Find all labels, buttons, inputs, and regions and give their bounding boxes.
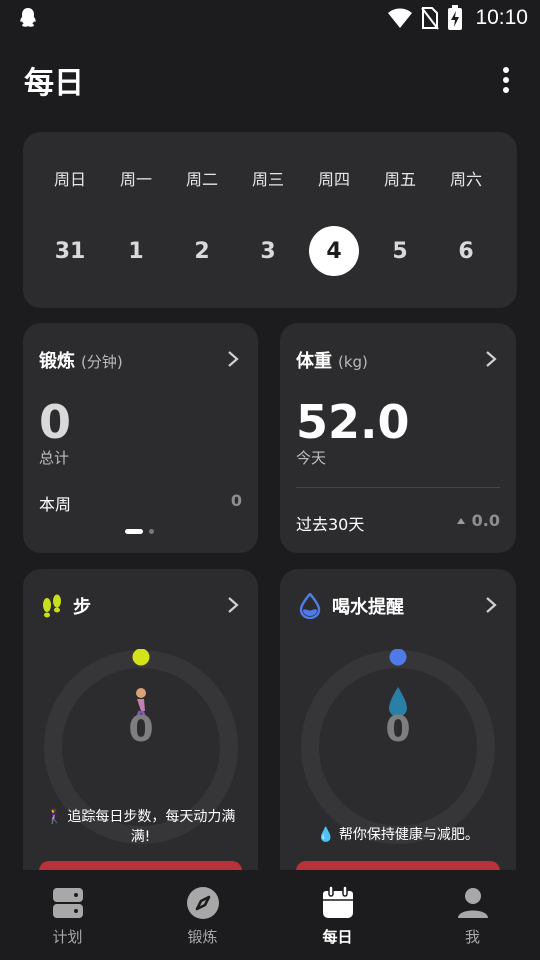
chevron-right-icon[interactable] xyxy=(484,595,498,615)
steps-ring-handle xyxy=(132,648,150,666)
chevron-right-icon[interactable] xyxy=(226,349,240,369)
day-number[interactable]: 1 xyxy=(111,226,161,276)
nav-label: 锻炼 xyxy=(187,928,218,946)
nav-item-daily[interactable]: 每日 xyxy=(270,870,405,960)
status-bar: 10:10 xyxy=(0,0,540,36)
water-drop-icon xyxy=(299,593,321,619)
more-options-button[interactable] xyxy=(492,62,520,98)
trend-up-icon xyxy=(456,517,465,524)
status-time: 10:10 xyxy=(475,6,528,29)
day-number[interactable]: 3 xyxy=(243,226,293,276)
weight-card-title: 体重 (kg) xyxy=(296,347,368,373)
exercise-title-text: 锻炼 xyxy=(39,351,75,372)
qq-icon xyxy=(16,6,40,30)
nav-item-me[interactable]: 我 xyxy=(405,870,540,960)
more-dot-icon xyxy=(503,67,509,73)
more-dot-icon xyxy=(503,77,509,83)
weight-past-label: 过去30天 xyxy=(296,515,365,534)
exercise-week-value: 0 xyxy=(230,491,242,510)
page-dot xyxy=(149,529,154,534)
weekday-label: 周日 xyxy=(53,170,86,189)
battery-charging-icon xyxy=(448,5,463,30)
weight-today-label: 今天 xyxy=(296,449,327,467)
daily-screen: 10:10 每日 周日 31 周一 1 周二 2 周三 3 周四 4 周五 5 周六 6 锻炼 (分钟) 0… xyxy=(0,0,540,960)
plan-icon xyxy=(52,888,83,918)
weekday-label: 周五 xyxy=(383,170,416,189)
more-dot-icon xyxy=(503,87,509,93)
steps-count: 0 xyxy=(128,709,154,750)
footprints-icon xyxy=(43,594,61,618)
chevron-right-icon[interactable] xyxy=(226,595,240,615)
exercise-total-label: 总计 xyxy=(39,449,70,467)
day-column[interactable]: 周六 6 xyxy=(433,132,499,308)
nav-item-exercise[interactable]: 锻炼 xyxy=(135,870,270,960)
exercise-unit: (分钟) xyxy=(81,353,123,371)
weekday-label: 周一 xyxy=(119,170,152,189)
weight-past-value: 0.0 xyxy=(471,511,500,530)
status-icons: 10:10 xyxy=(387,4,528,32)
water-title-text: 喝水提醒 xyxy=(332,597,404,618)
wifi-icon xyxy=(388,8,413,28)
day-column[interactable]: 周五 5 xyxy=(367,132,433,308)
header: 每日 xyxy=(0,52,540,108)
day-number[interactable]: 5 xyxy=(375,226,425,276)
profile-icon xyxy=(457,888,488,918)
steps-card-title: 步 xyxy=(39,593,91,619)
day-column[interactable]: 周一 1 xyxy=(103,132,169,308)
weekday-label: 周三 xyxy=(251,170,284,189)
exercise-total-value: 0 xyxy=(39,395,72,449)
day-column[interactable]: 周三 3 xyxy=(235,132,301,308)
nav-label: 每日 xyxy=(322,928,353,946)
weight-title-text: 体重 xyxy=(296,351,332,372)
exercise-card-title: 锻炼 (分钟) xyxy=(39,347,123,373)
page-indicator xyxy=(125,529,154,534)
weight-card[interactable]: 体重 (kg) 52.0 今天 过去30天 0.0 xyxy=(280,323,516,553)
day-column[interactable]: 周二 2 xyxy=(169,132,235,308)
nav-label: 我 xyxy=(464,928,480,946)
water-count: 0 xyxy=(385,709,411,750)
water-card-title: 喝水提醒 xyxy=(298,593,404,619)
steps-tip: 🚶‍♀️ 追踪每日步数，每天动力满满! xyxy=(45,809,236,845)
calendar-icon xyxy=(322,886,353,918)
page-dot-active xyxy=(125,529,143,534)
compass-icon xyxy=(186,887,219,919)
steps-card[interactable]: 步 0 🚶‍♀️ 追踪每日步数，每天动力满满! xyxy=(23,569,258,889)
weight-unit: (kg) xyxy=(338,353,368,371)
nav-item-plan[interactable]: 计划 xyxy=(0,870,135,960)
day-number[interactable]: 6 xyxy=(441,226,491,276)
weekday-label: 周六 xyxy=(449,170,482,189)
exercise-week-label: 本周 xyxy=(39,495,72,514)
weight-past-change: 0.0 xyxy=(456,511,500,530)
week-calendar-card: 周日 31 周一 1 周二 2 周三 3 周四 4 周五 5 周六 6 xyxy=(23,132,517,308)
chevron-right-icon[interactable] xyxy=(484,349,498,369)
no-sim-icon xyxy=(421,7,440,30)
exercise-card[interactable]: 锻炼 (分钟) 0 总计 本周 0 xyxy=(23,323,258,553)
bottom-navigation: 计划 锻炼 每日 我 xyxy=(0,870,540,960)
weekday-label: 周四 xyxy=(317,170,350,189)
page-title: 每日 xyxy=(24,66,84,101)
weekday-label: 周二 xyxy=(185,170,218,189)
day-number-selected[interactable]: 4 xyxy=(309,226,359,276)
day-column[interactable]: 周日 31 xyxy=(37,132,103,308)
day-number[interactable]: 31 xyxy=(45,226,95,276)
day-number[interactable]: 2 xyxy=(177,226,227,276)
steps-title-text: 步 xyxy=(73,597,91,618)
day-column[interactable]: 周四 4 xyxy=(301,132,367,308)
weight-today-value: 52.0 xyxy=(296,395,410,449)
water-card[interactable]: 喝水提醒 0 💧 帮你保持健康与减肥。 xyxy=(280,569,516,889)
nav-label: 计划 xyxy=(52,928,83,946)
water-ring-handle xyxy=(389,648,407,666)
divider xyxy=(296,487,500,488)
water-tip: 💧 帮你保持健康与减肥。 xyxy=(317,827,479,843)
